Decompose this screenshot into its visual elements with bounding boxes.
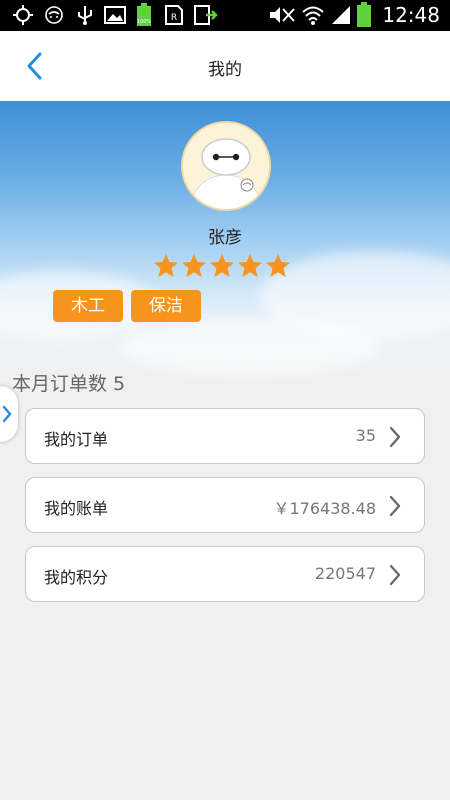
my-orders-row[interactable]: 我的订单 35 [25, 408, 425, 464]
usb-icon [76, 4, 94, 26]
row-value: ￥176438.48 [273, 499, 376, 518]
my-points-row[interactable]: 我的积分 220547 [25, 546, 425, 602]
rating-stars [153, 253, 291, 279]
gps-icon [12, 4, 34, 26]
row-value: 220547 [314, 564, 376, 583]
chevron-right-icon [388, 564, 402, 590]
month-orders-label: 本月订单数 5 [12, 373, 126, 395]
profile-hero: 张彦 木工 保洁 [0, 101, 450, 381]
image-icon [104, 4, 126, 26]
star-icon [238, 254, 262, 277]
export-icon [194, 4, 218, 26]
star-icon [210, 254, 234, 277]
avatar[interactable] [181, 121, 271, 211]
row-value: 35 [355, 426, 376, 445]
battery-level-label: 100% [137, 19, 152, 25]
row-label: 我的积分 [44, 568, 109, 587]
skill-tags: 木工 保洁 [53, 290, 201, 322]
face-icon [44, 4, 64, 26]
signal-icon [330, 4, 352, 26]
my-bills-row[interactable]: 我的账单 ￥176438.48 [25, 477, 425, 533]
wifi-icon [302, 4, 324, 26]
robot-avatar-icon [183, 123, 269, 209]
skill-tag: 木工 [53, 290, 123, 322]
status-bar: 100% R 12:48 [0, 0, 450, 31]
page-title: 我的 [208, 60, 242, 80]
star-icon [266, 254, 290, 277]
row-label: 我的账单 [44, 499, 109, 518]
battery-full-small-icon: 100% [136, 3, 152, 26]
row-label: 我的订单 [44, 430, 109, 449]
mute-icon [268, 4, 296, 26]
sim-icon: R [164, 4, 184, 26]
user-name: 张彦 [208, 228, 242, 248]
star-icon [154, 254, 178, 277]
chevron-right-icon [388, 426, 402, 452]
chevron-right-icon [2, 405, 12, 423]
battery-icon [356, 2, 372, 27]
clock: 12:48 [382, 3, 440, 27]
star-icon [182, 254, 206, 277]
svg-text:R: R [171, 13, 177, 23]
app-header: 我的 [0, 31, 450, 101]
skill-tag: 保洁 [131, 290, 201, 322]
cloud-decoration [120, 316, 380, 376]
chevron-right-icon [388, 495, 402, 521]
